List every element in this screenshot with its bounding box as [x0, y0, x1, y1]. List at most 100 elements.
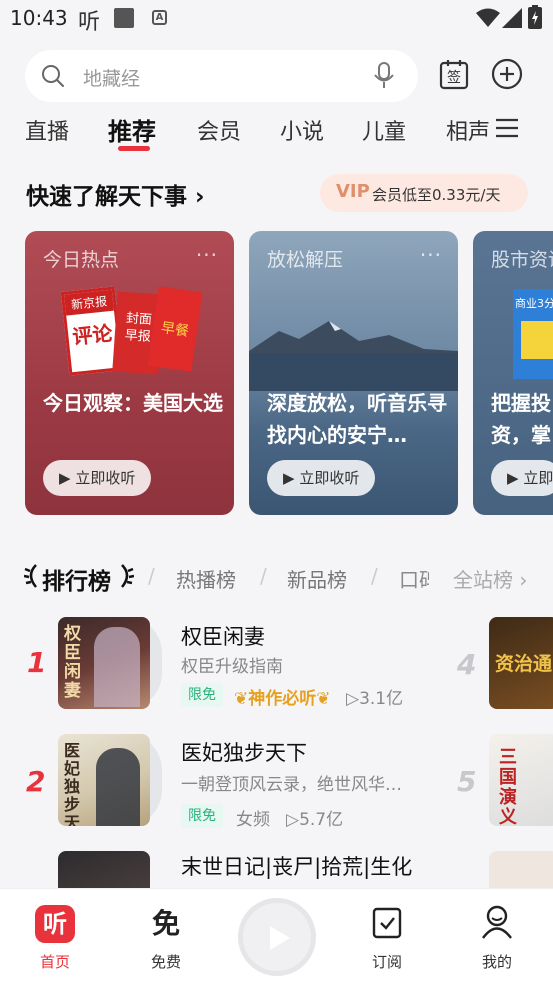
cover-title-text: 医妃独步天下 — [64, 741, 81, 827]
tab-novel[interactable]: 小说 — [280, 114, 324, 146]
player-button[interactable] — [238, 898, 316, 976]
vip-label: VIP — [336, 181, 370, 202]
laurel-left-icon — [24, 564, 37, 588]
tab-new-ranking[interactable]: 新品榜 — [287, 564, 347, 593]
relax-card[interactable]: 放松解压 ··· 深度放松，听音乐寻找内心的安宁… ▶ 立即收听 — [249, 231, 458, 515]
listen-now-button[interactable]: ▶ 立即收听 — [43, 460, 151, 496]
section-title-text: 快速了解天下事 — [26, 184, 187, 210]
nav-profile[interactable]: 我的 — [457, 895, 537, 975]
tab-crosstalk[interactable]: 相声 — [446, 114, 490, 146]
book-subtitle: 权臣升级指南 — [181, 657, 283, 677]
card-category: 放松解压 — [267, 249, 344, 271]
play-icon: ▶ — [59, 469, 71, 487]
more-icon[interactable]: ··· — [420, 243, 442, 267]
divider: / — [148, 564, 155, 588]
nav-subscribe-label: 订阅 — [371, 953, 402, 971]
battery-icon — [528, 5, 542, 29]
play-icon: ▶ — [507, 469, 519, 487]
free-tag: 限免 — [181, 804, 223, 828]
laurel-right-icon — [121, 564, 134, 588]
menu-icon[interactable] — [494, 116, 522, 140]
vip-text: 会员低至0.33元/天 — [372, 186, 501, 204]
card-title: 把握投资，掌握一手 — [491, 391, 551, 447]
add-icon[interactable] — [491, 58, 523, 90]
chevron-right-icon: › — [195, 184, 205, 210]
app-notification-icon: 听 — [78, 10, 101, 35]
tab-live[interactable]: 直播 — [25, 114, 69, 146]
listen-now-button[interactable]: ▶ 立即收听 — [267, 460, 375, 496]
stock-book-text: 商业3分钟 — [515, 297, 553, 310]
stock-book-image: 商业3分钟 — [513, 289, 553, 379]
free-tag: 限免 — [181, 683, 223, 707]
book-cover: 医妃独步天下 — [58, 734, 150, 826]
vip-promo-badge[interactable]: VIP 会员低至0.33元/天 — [320, 174, 528, 212]
nav-profile-label: 我的 — [481, 953, 512, 971]
listen-now-button[interactable]: ▶ 立即收听 — [491, 460, 553, 496]
laurel-icon: ❦ — [234, 689, 249, 709]
tab-vip[interactable]: 会员 — [197, 114, 241, 146]
tab-recommend[interactable]: 推荐 — [108, 112, 156, 147]
book-title: 医妃独步天下 — [181, 741, 307, 765]
listen-now-label: 立即收听 — [75, 469, 136, 487]
search-placeholder: 地藏经 — [83, 68, 141, 90]
checkin-icon[interactable]: 签 — [438, 58, 470, 90]
ranking-title[interactable]: 排行榜 — [42, 562, 111, 596]
section-title[interactable]: 快速了解天下事 › — [26, 177, 205, 211]
play-count-value: 3.1亿 — [359, 689, 404, 709]
search-icon — [42, 65, 64, 87]
rank-number: 5 — [457, 765, 477, 798]
microphone-icon[interactable] — [373, 62, 395, 90]
news-card[interactable]: 今日热点 ··· 新京报 评论 封面早报 早餐 今日观察：美国大选 ▶ 立即收听 — [25, 231, 234, 515]
book-cover: 权臣闲妻 — [58, 617, 150, 709]
mountain-image — [249, 321, 458, 391]
svg-text:签: 签 — [447, 69, 461, 86]
status-bar: 10:43 听 A — [0, 0, 553, 36]
rank-number: 4 — [457, 648, 477, 681]
stock-book-figure — [521, 321, 553, 359]
stock-card[interactable]: 股市资讯 商业3分钟 把握投资，掌握一手 ▶ 立即收听 — [473, 231, 553, 515]
play-outline-icon: ▷ — [346, 689, 360, 709]
tab-reputation-ranking[interactable]: 口碑榜 — [399, 564, 429, 593]
newspaper-image-2: 早餐 — [147, 286, 203, 372]
book-cover[interactable]: 三国演义 — [489, 734, 553, 826]
card-title: 今日观察：美国大选 — [43, 391, 223, 415]
play-outline-icon: ▷ — [286, 810, 300, 830]
notification-icon — [114, 8, 134, 28]
divider: / — [260, 564, 267, 588]
cover-figure — [94, 627, 140, 707]
card-category: 今日热点 — [43, 249, 120, 271]
book-subtitle: 一朝登顶风云录，绝世风华… — [181, 775, 402, 795]
book-cover[interactable]: 资治通 — [489, 617, 553, 709]
divider: / — [371, 564, 378, 588]
cover-figure — [96, 748, 140, 826]
listen-now-label: 立即收听 — [523, 469, 553, 487]
news-logo-text: 新京报 — [64, 289, 114, 316]
profile-icon — [482, 905, 512, 939]
free-icon: 免 — [151, 907, 180, 940]
home-icon: 听 — [35, 905, 75, 943]
newspaper-text-2: 早餐 — [159, 320, 190, 340]
tab-hot-ranking[interactable]: 热播榜 — [176, 564, 236, 593]
active-tab-indicator — [118, 146, 150, 151]
more-icon[interactable]: ··· — [196, 243, 218, 267]
card-category: 股市资讯 — [491, 249, 553, 271]
cover-title-text: 三国演义 — [499, 747, 517, 827]
award-badge: ❦神作必听❦ — [234, 684, 331, 709]
search-bar[interactable]: 地藏经 — [25, 50, 418, 102]
tab-kids[interactable]: 儿童 — [362, 114, 406, 146]
award-badge-text: 神作必听 — [248, 689, 317, 709]
play-count-value: 5.7亿 — [299, 810, 344, 830]
play-icon — [270, 926, 290, 950]
listen-now-label: 立即收听 — [299, 469, 360, 487]
subscribe-icon — [372, 907, 402, 939]
nav-home[interactable]: 听 首页 — [15, 895, 95, 975]
rank-number: 1 — [27, 646, 47, 679]
nav-free[interactable]: 免 免费 — [126, 895, 206, 975]
news-logo-subtext: 评论 — [71, 320, 114, 350]
all-ranking-label: 全站榜 — [453, 568, 513, 592]
play-count: ▷3.1亿 — [346, 684, 403, 709]
cover-title-text: 权臣闲妻 — [64, 624, 81, 701]
all-ranking-link[interactable]: 全站榜 › — [453, 564, 527, 593]
nav-subscribe[interactable]: 订阅 — [347, 895, 427, 975]
category-tabs: 直播 推荐 会员 小说 儿童 相声 — [0, 108, 553, 152]
